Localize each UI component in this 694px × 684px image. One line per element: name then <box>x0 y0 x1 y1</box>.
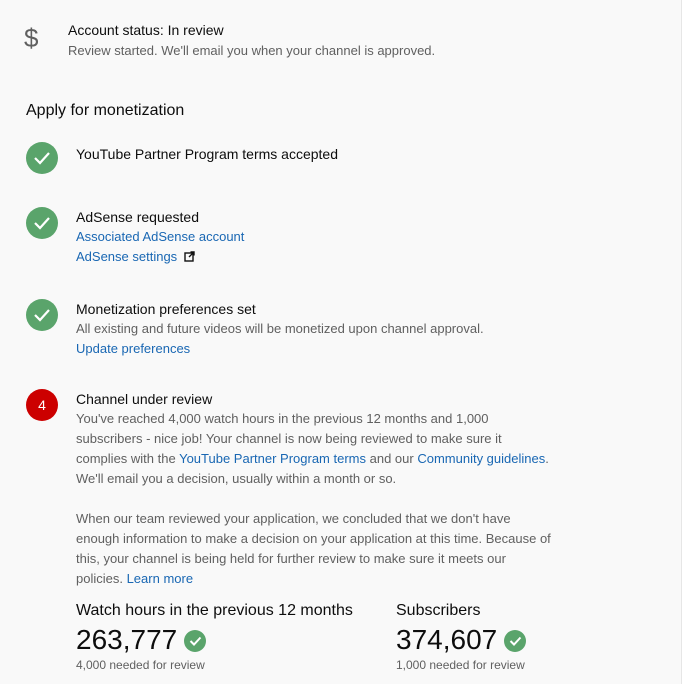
step-adsense-title: AdSense requested <box>76 209 199 225</box>
check-icon <box>26 299 58 331</box>
watch-hours-value: 263,777 <box>76 624 178 655</box>
check-icon <box>184 630 206 652</box>
step-preferences-desc: All existing and future videos will be m… <box>76 321 484 336</box>
dollar-icon: $ <box>24 23 39 53</box>
review-paragraph-1: You've reached 4,000 watch hours in the … <box>76 411 549 486</box>
subscribers-needed: 1,000 needed for review <box>396 658 525 672</box>
stats-row: Watch hours in the previous 12 months 26… <box>76 602 676 682</box>
associated-adsense-link[interactable]: Associated AdSense account <box>76 229 244 244</box>
subscribers-stat: Subscribers 374,607 1,000 needed for rev… <box>396 602 526 672</box>
learn-more-link[interactable]: Learn more <box>127 571 193 586</box>
check-icon <box>504 630 526 652</box>
section-title: Apply for monetization <box>26 102 185 119</box>
update-preferences-link[interactable]: Update preferences <box>76 341 190 356</box>
step-preferences-title: Monetization preferences set <box>76 301 256 317</box>
watch-hours-label: Watch hours in the previous 12 months <box>76 602 353 619</box>
scrollbar-track[interactable] <box>681 0 694 684</box>
subscribers-value: 374,607 <box>396 624 498 655</box>
external-link-icon[interactable] <box>184 248 195 268</box>
check-icon <box>26 142 58 174</box>
adsense-settings-link[interactable]: AdSense settings <box>76 249 177 264</box>
step-review-title: Channel under review <box>76 391 213 407</box>
review-paragraph-2: When our team reviewed your application,… <box>76 511 551 586</box>
account-status-title: Account status: In review <box>68 22 224 38</box>
check-icon <box>26 207 58 239</box>
community-guidelines-link[interactable]: Community guidelines <box>417 451 545 466</box>
partner-program-terms-link[interactable]: YouTube Partner Program terms <box>179 451 366 466</box>
step-terms-title: YouTube Partner Program terms accepted <box>76 146 338 162</box>
subscribers-label: Subscribers <box>396 602 481 619</box>
watch-hours-stat: Watch hours in the previous 12 months 26… <box>76 602 353 672</box>
account-status-subtitle: Review started. We'll email you when you… <box>68 43 436 58</box>
step-number-badge: 4 <box>26 389 58 421</box>
watch-hours-needed: 4,000 needed for review <box>76 658 205 672</box>
monetization-panel: $ Account status: In review Review start… <box>0 0 681 684</box>
